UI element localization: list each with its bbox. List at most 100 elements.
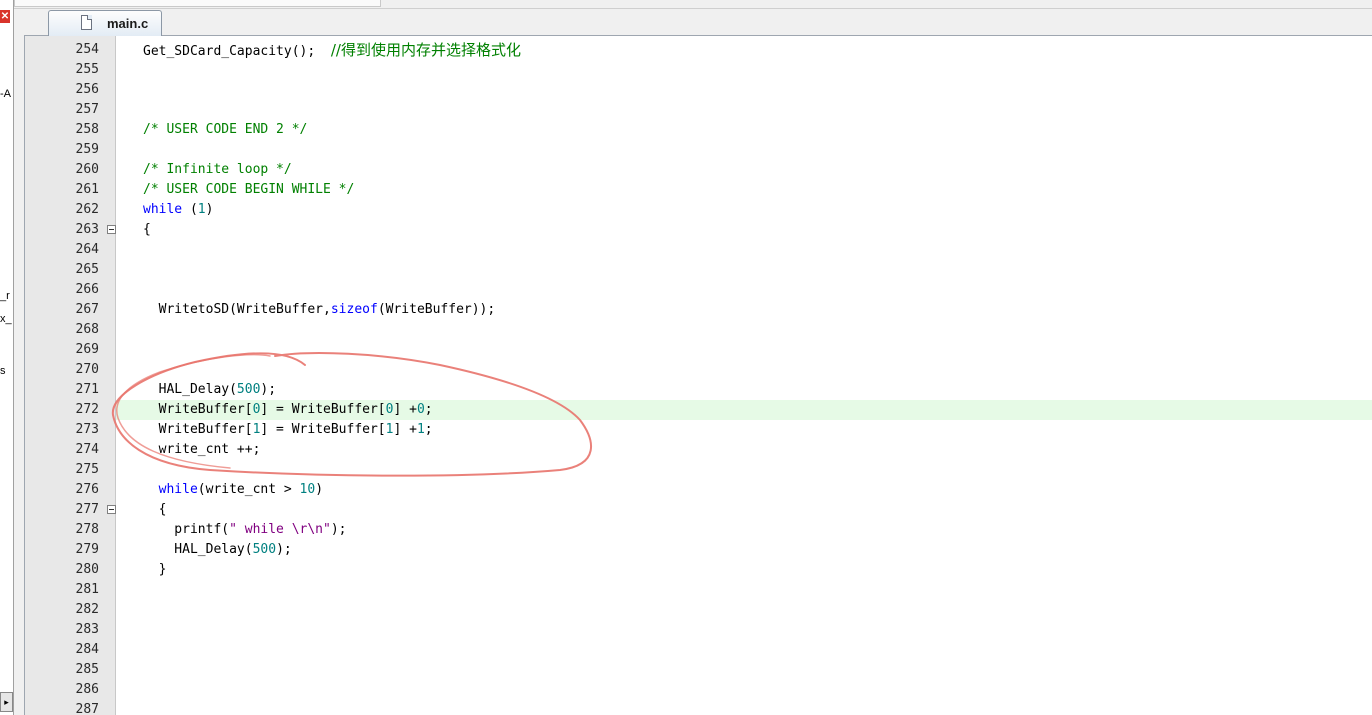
fold-collapse-icon[interactable] xyxy=(107,505,116,514)
code-token: WritetoSD(WriteBuffer, xyxy=(143,302,331,317)
code-line[interactable]: 276 while(write_cnt > 10) xyxy=(25,480,1372,500)
code-line[interactable]: 269 xyxy=(25,340,1372,360)
code-line[interactable]: 272 WriteBuffer[0] = WriteBuffer[0] +0; xyxy=(25,400,1372,420)
code-text: } xyxy=(116,560,1372,580)
fold-collapse-icon[interactable] xyxy=(107,225,116,234)
code-token: } xyxy=(143,562,167,577)
code-token: 1 xyxy=(416,422,425,437)
line-number: 262 xyxy=(75,202,99,217)
code-line[interactable]: 281 xyxy=(25,580,1372,600)
line-number: 269 xyxy=(75,342,99,357)
code-token: 500 xyxy=(236,382,261,397)
line-number: 273 xyxy=(75,422,99,437)
line-number: 277 xyxy=(75,502,99,517)
line-number: 283 xyxy=(75,622,99,637)
line-number: 257 xyxy=(75,102,99,117)
code-text: HAL_Delay(500); xyxy=(116,540,1372,560)
line-number: 260 xyxy=(75,162,99,177)
line-number: 265 xyxy=(75,262,99,277)
code-line[interactable]: 256 xyxy=(25,80,1372,100)
code-line[interactable]: 282 xyxy=(25,600,1372,620)
code-line[interactable]: 267 WritetoSD(WriteBuffer,sizeof(WriteBu… xyxy=(25,300,1372,320)
line-number: 278 xyxy=(75,522,99,537)
code-text: /* USER CODE END 2 */ xyxy=(116,120,1372,140)
line-number: 270 xyxy=(75,362,99,377)
code-line[interactable]: 287 xyxy=(25,700,1372,715)
code-token: ] + xyxy=(393,422,417,437)
code-line[interactable]: 264 xyxy=(25,240,1372,260)
code-line[interactable]: 280 } xyxy=(25,560,1372,580)
line-number: 256 xyxy=(75,82,99,97)
code-line[interactable]: 283 xyxy=(25,620,1372,640)
code-line[interactable]: 258 /* USER CODE END 2 */ xyxy=(25,120,1372,140)
panel-text-fragment: -A xyxy=(0,88,11,100)
code-editor[interactable]: 254 Get_SDCard_Capacity(); //得到使用内存并选择格式化… xyxy=(24,36,1372,715)
project-panel-edge: ✕ -A _r x_ s ▸ xyxy=(0,0,14,715)
line-number: 263 xyxy=(75,222,99,237)
panel-text-fragment: x_ xyxy=(0,313,12,325)
code-line[interactable]: 278 printf(" while \r\n"); xyxy=(25,520,1372,540)
code-token: { xyxy=(143,222,151,237)
tab-main-c[interactable]: main.c xyxy=(48,10,162,36)
code-line[interactable]: 275 xyxy=(25,460,1372,480)
code-line[interactable]: 254 Get_SDCard_Capacity(); //得到使用内存并选择格式化 xyxy=(25,40,1372,60)
code-line[interactable]: 260 /* Infinite loop */ xyxy=(25,160,1372,180)
splitter[interactable] xyxy=(14,0,24,715)
code-line[interactable]: 279 HAL_Delay(500); xyxy=(25,540,1372,560)
line-number: 261 xyxy=(75,182,99,197)
panel-text-fragment: _r xyxy=(0,290,10,302)
file-icon xyxy=(81,15,92,30)
line-number: 271 xyxy=(75,382,99,397)
code-text: while (1) xyxy=(116,200,1372,220)
code-line[interactable]: 257 xyxy=(25,100,1372,120)
code-line[interactable]: 270 xyxy=(25,360,1372,380)
toolbar-box xyxy=(14,0,381,7)
code-token: HAL_Delay( xyxy=(143,542,253,557)
code-token: " while \r\n" xyxy=(229,522,331,537)
line-number: 286 xyxy=(75,682,99,697)
line-number: 279 xyxy=(75,542,99,557)
code-line[interactable]: 266 xyxy=(25,280,1372,300)
line-number: 285 xyxy=(75,662,99,677)
code-token: ); xyxy=(260,382,277,397)
code-token: { xyxy=(143,502,167,517)
code-text: WriteBuffer[1] = WriteBuffer[1] +1; xyxy=(116,420,1372,440)
code-line[interactable]: 285 xyxy=(25,660,1372,680)
code-token: while xyxy=(158,482,198,497)
line-number: 267 xyxy=(75,302,99,317)
code-token: ] = WriteBuffer[ xyxy=(260,402,386,417)
code-line[interactable]: 261 /* USER CODE BEGIN WHILE */ xyxy=(25,180,1372,200)
code-token: /* USER CODE BEGIN WHILE */ xyxy=(143,182,355,197)
code-lines: 254 Get_SDCard_Capacity(); //得到使用内存并选择格式化… xyxy=(25,40,1372,715)
code-token: Get_SDCard_Capacity(); xyxy=(143,44,331,59)
code-line[interactable]: 274 write_cnt ++; xyxy=(25,440,1372,460)
code-text: WritetoSD(WriteBuffer,sizeof(WriteBuffer… xyxy=(116,300,1372,320)
code-line[interactable]: 255 xyxy=(25,60,1372,80)
scroll-right-icon[interactable]: ▸ xyxy=(0,692,13,712)
code-line[interactable]: 268 xyxy=(25,320,1372,340)
code-text: printf(" while \r\n"); xyxy=(116,520,1372,540)
code-token: 10 xyxy=(299,482,316,497)
code-line[interactable]: 277 { xyxy=(25,500,1372,520)
code-token: //得到使用内存并选择格式化 xyxy=(330,41,521,59)
code-line[interactable]: 284 xyxy=(25,640,1372,660)
code-token: write_cnt ++; xyxy=(143,442,261,457)
code-line[interactable]: 271 HAL_Delay(500); xyxy=(25,380,1372,400)
code-line[interactable]: 265 xyxy=(25,260,1372,280)
code-line[interactable]: 259 xyxy=(25,140,1372,160)
code-line[interactable]: 273 WriteBuffer[1] = WriteBuffer[1] +1; xyxy=(25,420,1372,440)
line-number: 282 xyxy=(75,602,99,617)
code-line[interactable]: 263 { xyxy=(25,220,1372,240)
code-line[interactable]: 286 xyxy=(25,680,1372,700)
code-line[interactable]: 262 while (1) xyxy=(25,200,1372,220)
code-text: /* Infinite loop */ xyxy=(116,160,1372,180)
close-icon[interactable]: ✕ xyxy=(0,10,10,23)
code-token: ; xyxy=(424,402,433,417)
